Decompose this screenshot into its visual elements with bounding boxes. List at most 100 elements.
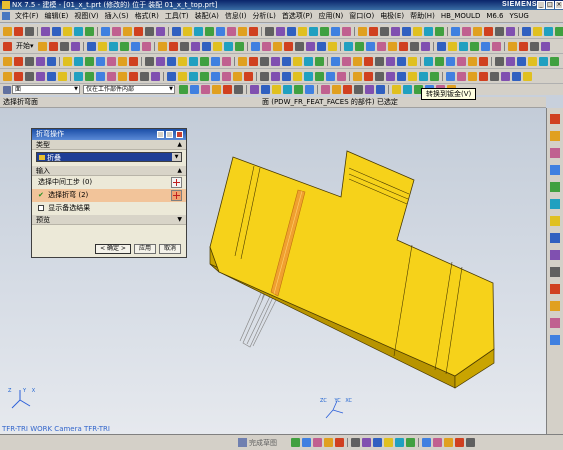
- show-alternate-checkbox[interactable]: [38, 205, 44, 211]
- toolbar-tool-icon[interactable]: [41, 26, 50, 36]
- toolbar-tool-icon[interactable]: [446, 56, 455, 66]
- toolbar-tool-icon[interactable]: [140, 71, 149, 81]
- toolbar-tool-icon[interactable]: [205, 26, 214, 36]
- toolbar-tool-icon[interactable]: [250, 85, 259, 94]
- toolbar-tool-icon[interactable]: [63, 26, 72, 36]
- toolbar-tool-icon[interactable]: [395, 438, 404, 447]
- toolbar-tool-icon[interactable]: [167, 56, 176, 66]
- toolbar-tool-icon[interactable]: [447, 41, 457, 51]
- toolbar-tool-icon[interactable]: [223, 41, 233, 51]
- toolbar-tool-icon[interactable]: [238, 26, 247, 36]
- toolbar-tool-icon[interactable]: [291, 438, 300, 447]
- resource-bar-icon[interactable]: [550, 165, 560, 175]
- toolbar-tool-icon[interactable]: [129, 71, 138, 81]
- toolbar-tool-icon[interactable]: [369, 26, 378, 36]
- toolbar-tool-icon[interactable]: [380, 26, 389, 36]
- toolbar-tool-icon[interactable]: [107, 56, 116, 66]
- toolbar-tool-icon[interactable]: [260, 56, 269, 66]
- toolbar-tool-icon[interactable]: [362, 438, 371, 447]
- toolbar-tool-icon[interactable]: [249, 26, 258, 36]
- chevron-down-icon[interactable]: ▼: [172, 153, 181, 161]
- toolbar-tool-icon[interactable]: [48, 41, 58, 51]
- toolbar-tool-icon[interactable]: [130, 41, 140, 51]
- toolbar-tool-icon[interactable]: [327, 41, 337, 51]
- toolbar-tool-icon[interactable]: [403, 85, 412, 94]
- toolbar-tool-icon[interactable]: [457, 56, 466, 66]
- toolbar-tool-icon[interactable]: [458, 41, 468, 51]
- toolbar-tool-icon[interactable]: [555, 26, 563, 36]
- toolbar-tool-icon[interactable]: [391, 26, 400, 36]
- toolbar-tool-icon[interactable]: [234, 41, 244, 51]
- ok-button[interactable]: < 确定 >: [95, 244, 131, 254]
- resource-bar-icon[interactable]: [550, 284, 560, 294]
- resource-bar-icon[interactable]: [550, 148, 560, 158]
- toolbar-tool-icon[interactable]: [168, 41, 178, 51]
- menu-hb-mould[interactable]: HB_MOULD: [438, 12, 484, 20]
- toolbar-tool-icon[interactable]: [455, 438, 464, 447]
- toolbar-tool-icon[interactable]: [491, 41, 501, 51]
- finish-sketch-label[interactable]: 完成草图: [249, 438, 277, 448]
- start-icon[interactable]: [3, 41, 12, 51]
- toolbar-tool-icon[interactable]: [304, 71, 313, 81]
- toolbar-tool-icon[interactable]: [276, 26, 285, 36]
- toolbar-tool-icon[interactable]: [190, 85, 199, 94]
- toolbar-tool-icon[interactable]: [36, 56, 45, 66]
- type-dropdown[interactable]: 折叠 ▼: [36, 152, 182, 162]
- toolbar-tool-icon[interactable]: [212, 41, 222, 51]
- toolbar-tool-icon[interactable]: [211, 71, 220, 81]
- toolbar-tool-icon[interactable]: [375, 56, 384, 66]
- resource-bar-icon[interactable]: [550, 131, 560, 141]
- toolbar-tool-icon[interactable]: [419, 71, 428, 81]
- toolbar-tool-icon[interactable]: [172, 26, 181, 36]
- toolbar-tool-icon[interactable]: [512, 71, 521, 81]
- part-top-face[interactable]: [209, 150, 495, 377]
- menu-application[interactable]: 应用(N): [316, 11, 347, 21]
- toolbar-tool-icon[interactable]: [375, 71, 384, 81]
- toolbar-tool-icon[interactable]: [337, 71, 346, 81]
- toolbar-tool-icon[interactable]: [211, 56, 220, 66]
- cancel-button[interactable]: 取消: [158, 244, 181, 254]
- toolbar-tool-icon[interactable]: [376, 85, 385, 94]
- toolbar-tool-icon[interactable]: [157, 41, 167, 51]
- toolbar-tool-icon[interactable]: [63, 56, 72, 66]
- toolbar-tool-icon[interactable]: [119, 41, 129, 51]
- toolbar-tool-icon[interactable]: [189, 71, 198, 81]
- toolbar-tool-icon[interactable]: [167, 71, 176, 81]
- close-button[interactable]: ×: [555, 1, 563, 9]
- toolbar-tool-icon[interactable]: [518, 41, 528, 51]
- toolbar-tool-icon[interactable]: [36, 71, 45, 81]
- toolbar-tool-icon[interactable]: [293, 71, 302, 81]
- toolbar-tool-icon[interactable]: [70, 41, 80, 51]
- toolbar-tool-icon[interactable]: [326, 71, 335, 81]
- toolbar-tool-icon[interactable]: [332, 85, 341, 94]
- toolbar-tool-icon[interactable]: [466, 438, 475, 447]
- toolbar-tool-icon[interactable]: [101, 26, 110, 36]
- toolbar-tool-icon[interactable]: [462, 26, 471, 36]
- resource-bar-icon[interactable]: [550, 267, 560, 277]
- toolbar-tool-icon[interactable]: [234, 85, 243, 94]
- toolbar-tool-icon[interactable]: [501, 71, 510, 81]
- toolbar-tool-icon[interactable]: [37, 41, 47, 51]
- toolbar-tool-icon[interactable]: [313, 438, 322, 447]
- menu-file[interactable]: 文件(F): [12, 11, 42, 21]
- toolbar-tool-icon[interactable]: [342, 56, 351, 66]
- toolbar-tool-icon[interactable]: [261, 41, 271, 51]
- toolbar-tool-icon[interactable]: [315, 56, 324, 66]
- toolbar-tool-icon[interactable]: [112, 26, 121, 36]
- toolbar-tool-icon[interactable]: [315, 71, 324, 81]
- toolbar-tool-icon[interactable]: [194, 26, 203, 36]
- menu-assembly[interactable]: 装配(A): [192, 11, 222, 21]
- resource-bar-icon[interactable]: [550, 216, 560, 226]
- menu-view[interactable]: 视图(V): [71, 11, 101, 21]
- menu-help[interactable]: 帮助(H): [407, 11, 438, 21]
- toolbar-tool-icon[interactable]: [364, 71, 373, 81]
- menu-analysis[interactable]: 分析(L): [249, 11, 278, 21]
- toolbar-tool-icon[interactable]: [223, 85, 232, 94]
- toolbar-tool-icon[interactable]: [342, 26, 351, 36]
- preview-section-header[interactable]: 预览 ▼: [32, 215, 186, 225]
- toolbar-tool-icon[interactable]: [528, 56, 537, 66]
- toolbar-tool-icon[interactable]: [457, 71, 466, 81]
- toolbar-tool-icon[interactable]: [85, 71, 94, 81]
- toolbar-tool-icon[interactable]: [294, 85, 303, 94]
- toolbar-tool-icon[interactable]: [533, 26, 542, 36]
